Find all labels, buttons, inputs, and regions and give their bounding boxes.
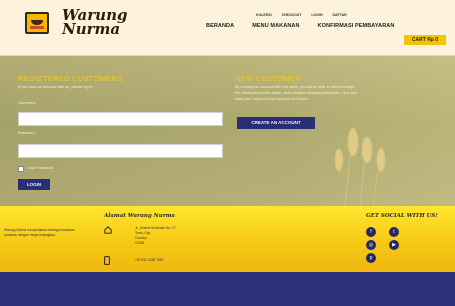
home-icon: [104, 226, 112, 234]
registered-customers-title: REGISTERED CUSTOMERS: [18, 74, 123, 83]
brand-name[interactable]: Warung Nurma: [62, 8, 127, 38]
page: Warung Nurma KOLEKSI CHECKOUT LOGIN DAFT…: [0, 0, 455, 306]
phone-icon: [104, 256, 110, 265]
main-nav: BERANDA MENU MAKANAN KONFIRMASI PEMBAYAR…: [206, 23, 394, 29]
password-input[interactable]: [18, 144, 223, 158]
brand-line-2: Nurma: [62, 20, 121, 38]
new-customer-text-2: the checkout process faster, store multi…: [235, 91, 357, 95]
registered-subtitle: If you have an account with us, please l…: [18, 85, 94, 89]
nav-beranda[interactable]: BERANDA: [206, 23, 234, 29]
top-links: KOLEKSI CHECKOUT LOGIN DAFTAR: [256, 13, 347, 17]
create-account-button[interactable]: CREATE AN ACCOUNT: [237, 117, 315, 129]
password-label: Password: [18, 131, 35, 135]
wheat-image: [334, 127, 386, 206]
pinterest-icon[interactable]: p: [366, 253, 376, 263]
top-link-daftar[interactable]: DAFTAR: [333, 13, 347, 17]
username-input[interactable]: [18, 112, 223, 126]
top-link-checkout[interactable]: CHECKOUT: [282, 13, 302, 17]
footer-social-title: GET SOCIAL WITH US!: [366, 213, 438, 219]
new-customer-text-1: By creating an account with our store, y…: [235, 85, 355, 89]
facebook-icon[interactable]: f: [366, 227, 376, 237]
login-button[interactable]: LOGIN: [18, 179, 50, 190]
cart-button[interactable]: CART Rp 0: [404, 35, 446, 45]
show-password-label: Lihat Password: [27, 166, 53, 170]
footer-phone: +62 812 3456 7890: [135, 258, 164, 262]
instagram-icon[interactable]: ◎: [366, 240, 376, 250]
top-link-login[interactable]: LOGIN: [311, 13, 322, 17]
address-line-4: 12345: [135, 241, 145, 245]
top-link-koleksi[interactable]: KOLEKSI: [256, 13, 272, 17]
twitter-icon[interactable]: t: [389, 227, 399, 237]
footer-address-title: Alamat Warung Nurma: [104, 213, 175, 219]
nav-konfirmasi-pembayaran[interactable]: KONFIRMASI PEMBAYARAN: [318, 23, 395, 29]
site-header: Warung Nurma KOLEKSI CHECKOUT LOGIN DAFT…: [0, 0, 455, 56]
username-label: Username: [18, 101, 36, 105]
new-customer-title: NEW CUSTOMER: [235, 74, 301, 83]
nav-menu-makanan[interactable]: MENU MAKANAN: [252, 23, 299, 29]
show-password-checkbox[interactable]: [18, 166, 24, 172]
youtube-icon[interactable]: ▶: [389, 240, 399, 250]
footer-bottom-bar: [0, 272, 455, 306]
new-customer-text-3: track your orders in your account and mo…: [235, 97, 309, 101]
logo-icon[interactable]: [25, 12, 49, 34]
footer-about-2: rumahan dengan harga terjangkau.: [4, 233, 56, 237]
